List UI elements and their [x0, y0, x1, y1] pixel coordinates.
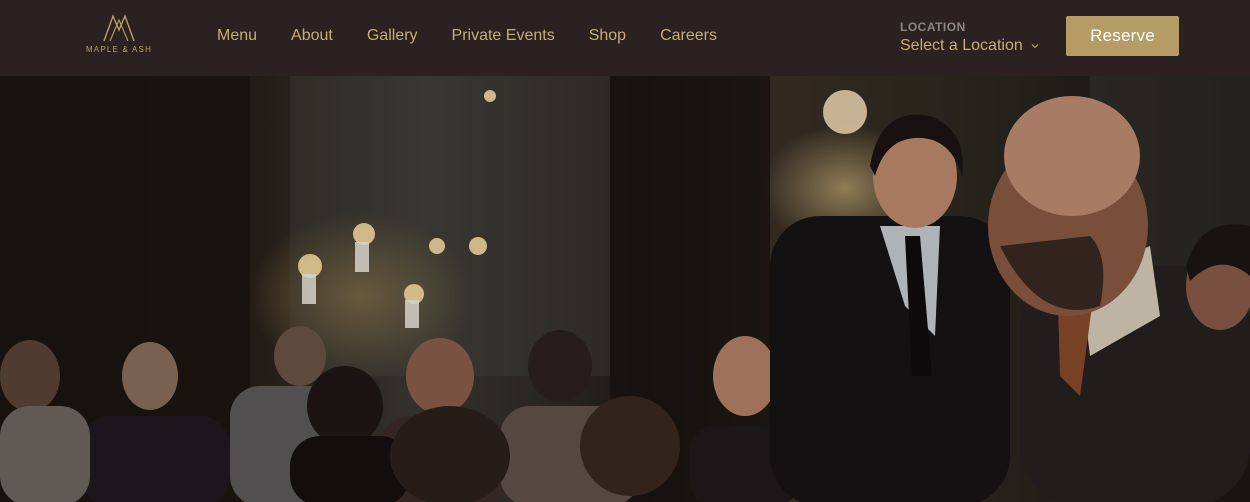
brand-name: MAPLE & ASH [85, 45, 153, 54]
nav-item-menu[interactable]: Menu [217, 26, 257, 46]
nav-item-shop[interactable]: Shop [589, 26, 626, 46]
chevron-down-icon [1031, 44, 1039, 49]
nav-item-private-events[interactable]: Private Events [452, 26, 555, 46]
nav-item-about[interactable]: About [291, 26, 333, 46]
nav-item-careers[interactable]: Careers [660, 26, 717, 46]
main-nav: Menu About Gallery Private Events Shop C… [217, 26, 751, 46]
location-dropdown[interactable]: Select a Location [900, 36, 1050, 56]
hero-image [0, 76, 1250, 502]
nav-item-gallery[interactable]: Gallery [367, 26, 418, 46]
location-label: LOCATION [900, 20, 966, 34]
reserve-button[interactable]: Reserve [1066, 16, 1179, 56]
site-header: MAPLE & ASH Menu About Gallery Private E… [0, 0, 1250, 76]
location-value: Select a Location [900, 37, 1023, 54]
maple-ash-monogram-icon [103, 14, 135, 42]
hero-photo-illustration [0, 76, 1250, 502]
location-selector: LOCATION Select a Location [900, 20, 1050, 56]
brand-logo[interactable]: MAPLE & ASH [84, 14, 154, 58]
